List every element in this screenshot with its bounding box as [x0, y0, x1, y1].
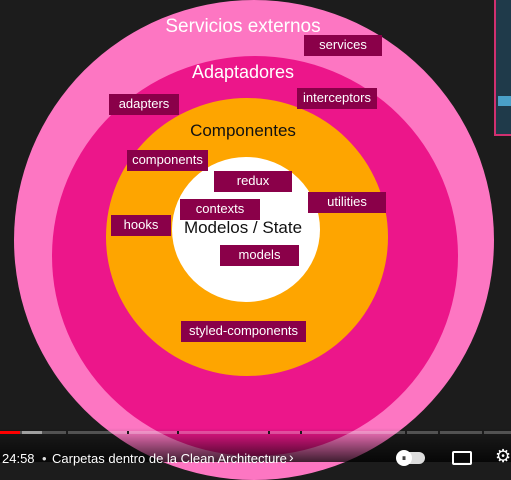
side-thumbnail[interactable]	[494, 0, 511, 136]
thumbnail-stripe	[498, 96, 511, 106]
tag-utilities: utilities	[308, 192, 386, 213]
external-services-title: Servicios externos	[165, 16, 321, 37]
tag-services: services	[304, 35, 382, 56]
chapter-marker	[482, 431, 484, 434]
autoplay-toggle-icon[interactable]: ⏸	[396, 450, 425, 466]
tag-styled-components: styled-components	[181, 321, 306, 342]
chapter-marker	[268, 431, 270, 434]
progress-buffered	[22, 431, 42, 434]
chevron-right-icon[interactable]: ›	[289, 449, 294, 465]
tag-adapters: adapters	[109, 94, 179, 115]
chapter-marker	[438, 431, 440, 434]
video-frame[interactable]: Servicios externos Adaptadores Component…	[0, 0, 511, 480]
separator-dot: •	[42, 451, 47, 466]
subtitles-icon[interactable]	[452, 451, 472, 465]
tag-components: components	[127, 150, 208, 171]
components-title: Componentes	[190, 121, 296, 140]
tag-redux: redux	[214, 171, 292, 192]
tag-interceptors: interceptors	[297, 88, 377, 109]
tag-contexts: contexts	[180, 199, 260, 220]
tag-models: models	[220, 245, 299, 266]
progress-bar[interactable]	[0, 431, 511, 434]
chapter-marker	[66, 431, 68, 434]
chapter-marker	[300, 431, 302, 434]
models-state-title: Modelos / State	[183, 218, 303, 237]
chapter-marker	[177, 431, 179, 434]
chapter-marker	[127, 431, 129, 434]
tag-hooks: hooks	[111, 215, 171, 236]
pause-icon: ⏸	[396, 450, 412, 466]
settings-gear-icon[interactable]: ⚙	[495, 446, 511, 467]
current-time: 24:58	[2, 451, 35, 466]
chapter-title-link[interactable]: Carpetas dentro de la Clean Architecture	[52, 451, 287, 466]
adapters-title: Adaptadores	[191, 62, 295, 82]
progress-played	[0, 431, 21, 434]
chapter-marker	[405, 431, 407, 434]
